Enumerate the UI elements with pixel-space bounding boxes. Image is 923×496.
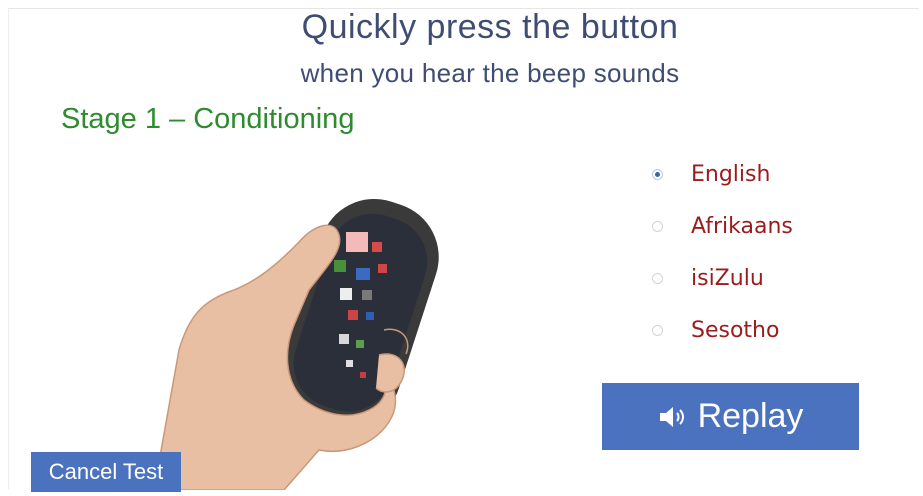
language-label: English (691, 161, 771, 187)
language-option-english[interactable]: English (652, 148, 793, 200)
page-subtitle: when you hear the beep sounds (300, 58, 680, 88)
radio-icon[interactable] (652, 272, 663, 284)
language-list: English Afrikaans isiZulu Sesotho (652, 148, 793, 356)
language-option-sesotho[interactable]: Sesotho (652, 304, 793, 356)
radio-icon[interactable] (652, 220, 663, 232)
language-label: Afrikaans (691, 213, 793, 239)
stage-label: Stage 1 – Conditioning (61, 103, 355, 135)
language-option-isizulu[interactable]: isiZulu (652, 252, 793, 304)
language-label: Sesotho (691, 317, 780, 343)
speaker-icon (659, 406, 684, 427)
radio-icon[interactable] (652, 324, 663, 336)
language-option-afrikaans[interactable]: Afrikaans (652, 200, 793, 252)
replay-label: Replay (697, 397, 804, 435)
page-title: Quickly press the button (301, 8, 679, 46)
language-label: isiZulu (691, 265, 764, 291)
radio-selected-icon[interactable] (652, 168, 663, 180)
replay-button[interactable]: Replay (602, 383, 859, 450)
response-button-photo (134, 150, 480, 490)
cancel-test-button[interactable]: Cancel Test (31, 452, 181, 492)
